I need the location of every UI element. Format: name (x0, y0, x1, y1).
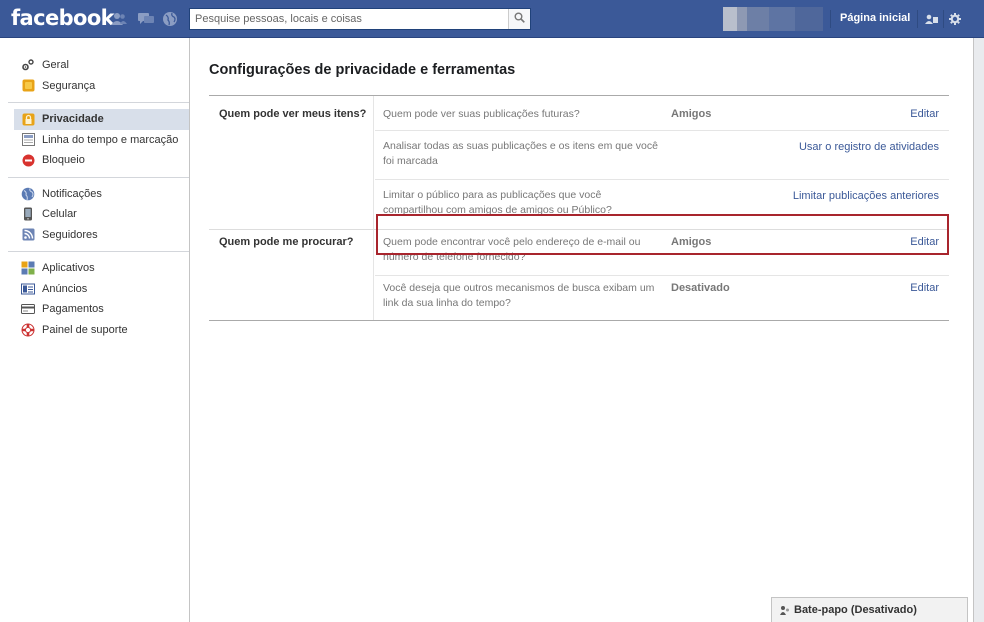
mobile-phone-icon (21, 207, 35, 221)
settings-row-search-engines: Você deseja que outros mecanismos de bus… (375, 276, 949, 320)
page-title: Configurações de privacidade e ferrament… (209, 62, 516, 78)
ads-icon (21, 282, 35, 296)
nav-divider (830, 10, 831, 28)
limit-past-posts-link[interactable]: Limitar publicações anteriores (793, 190, 939, 202)
row-description: Analisar todas as suas publicações e os … (383, 140, 658, 167)
facebook-logo[interactable]: facebook (11, 6, 115, 30)
messages-icon[interactable] (138, 11, 154, 27)
sidebar-item-painel-de-suporte[interactable]: Painel de suporte (0, 320, 189, 341)
edit-search-engines-link[interactable]: Editar (910, 282, 939, 294)
section-label: Quem pode me procurar? (219, 236, 354, 248)
sidebar-item-label: Segurança (42, 79, 96, 92)
privacy-lock-icon (21, 112, 35, 126)
section-who-can-see: Quem pode ver meus itens? Quem pode ver … (209, 96, 949, 229)
nav-divider (943, 10, 944, 28)
sidebar-item-seguidores[interactable]: Seguidores (0, 225, 189, 246)
friends-icon[interactable] (111, 11, 127, 27)
chat-sidebar-toggle[interactable]: Bate-papo (Desativado) (771, 597, 968, 622)
apps-icon (21, 261, 35, 275)
sidebar-item-bloqueio[interactable]: Bloqueio (0, 150, 189, 171)
search-icon (514, 12, 525, 26)
row-value: Desativado (671, 282, 730, 294)
sidebar-item-seguranca[interactable]: Segurança (0, 76, 189, 97)
sidebar-item-label: Notificações (42, 187, 102, 200)
settings-gear-icon[interactable] (948, 12, 962, 26)
page-container: Geral Segurança Privacidade Linha do tem… (0, 38, 974, 622)
timeline-icon (21, 133, 35, 147)
sidebar-group-apps: Aplicativos Anúncios Pagamentos Painel d… (0, 254, 189, 344)
sidebar-item-label: Geral (42, 59, 69, 72)
settings-row-activity-log: Analisar todas as suas publicações e os … (375, 131, 949, 179)
sidebar-group-privacy: Privacidade Linha do tempo e marcação Bl… (0, 105, 189, 175)
sidebar-group-notifications: Notificações Celular Seguidores (0, 180, 189, 250)
privacy-shortcuts-icon[interactable] (924, 12, 938, 26)
sidebar-item-pagamentos[interactable]: Pagamentos (0, 299, 189, 320)
sidebar-item-geral[interactable]: Geral (0, 55, 189, 76)
gear-icon (21, 58, 35, 72)
activity-log-link[interactable]: Usar o registro de atividades (799, 141, 939, 153)
sidebar-item-label: Painel de suporte (42, 323, 128, 336)
security-badge-icon (21, 79, 35, 93)
sidebar-item-label: Seguidores (42, 228, 98, 241)
content-bottom-divider (209, 320, 949, 321)
profile-link-blurred[interactable] (723, 7, 823, 31)
settings-sidebar: Geral Segurança Privacidade Linha do tem… (0, 38, 190, 622)
row-value: Amigos (671, 108, 712, 120)
sidebar-item-linha-do-tempo[interactable]: Linha do tempo e marcação (0, 130, 189, 151)
section-vertical-divider (373, 230, 374, 320)
row-description: Você deseja que outros mecanismos de bus… (383, 282, 655, 309)
sidebar-item-label: Privacidade (42, 113, 104, 126)
nav-divider (917, 10, 918, 28)
notifications-globe-icon[interactable] (162, 11, 178, 27)
highlight-annotation-box (376, 214, 949, 255)
sidebar-item-label: Anúncios (42, 282, 88, 295)
sidebar-item-label: Linha do tempo e marcação (42, 133, 179, 146)
credit-card-icon (21, 302, 35, 316)
edit-future-posts-link[interactable]: Editar (910, 108, 939, 120)
section-label: Quem pode ver meus itens? (219, 108, 367, 120)
block-icon (21, 153, 35, 167)
lifebuoy-icon (21, 323, 35, 337)
sidebar-group-account: Geral Segurança (0, 38, 189, 100)
sidebar-separator (8, 102, 189, 103)
sidebar-item-celular[interactable]: Celular (0, 204, 189, 225)
chat-user-icon (780, 604, 790, 616)
sidebar-item-label: Aplicativos (42, 262, 95, 275)
search-input[interactable] (190, 9, 508, 29)
settings-row-future-posts: Quem pode ver suas publicações futuras? … (375, 96, 949, 130)
sidebar-item-label: Bloqueio (42, 154, 85, 167)
chat-label: Bate-papo (Desativado) (794, 604, 917, 616)
sidebar-item-label: Celular (42, 208, 77, 221)
sidebar-item-notificacoes[interactable]: Notificações (0, 184, 189, 205)
search-button[interactable] (508, 9, 530, 29)
sidebar-item-anuncios[interactable]: Anúncios (0, 279, 189, 300)
globe-icon (21, 187, 35, 201)
sidebar-separator (8, 176, 189, 178)
sidebar-item-label: Pagamentos (42, 303, 104, 316)
search-box (189, 8, 531, 30)
home-link[interactable]: Página inicial (840, 12, 910, 24)
sidebar-separator (8, 251, 189, 252)
row-description: Quem pode ver suas publicações futuras? (383, 108, 580, 120)
section-vertical-divider (373, 96, 374, 229)
sidebar-item-privacidade[interactable]: Privacidade (14, 109, 189, 130)
sidebar-item-aplicativos[interactable]: Aplicativos (0, 258, 189, 279)
top-bar: facebook Página inicial (0, 0, 984, 38)
rss-followers-icon (21, 228, 35, 242)
